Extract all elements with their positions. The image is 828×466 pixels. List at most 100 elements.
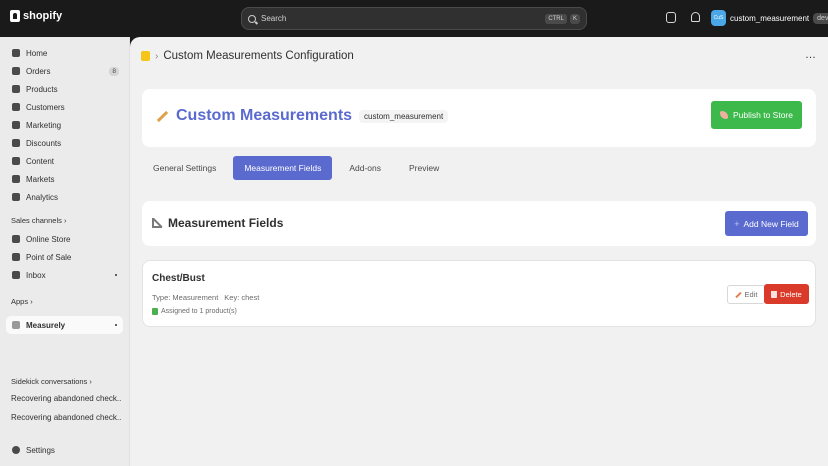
content-icon: [12, 157, 20, 165]
add-field-button[interactable]: + Add New Field: [725, 211, 808, 236]
sidekick-label: Sidekick conversations: [11, 377, 88, 386]
sidebar-item-content[interactable]: Content: [6, 152, 123, 170]
plus-icon: +: [734, 218, 740, 229]
tab-preview[interactable]: Preview: [398, 156, 450, 180]
sidebar-item-online-store[interactable]: Online Store: [6, 230, 123, 248]
edit-label: Edit: [744, 290, 758, 299]
gear-icon: [12, 446, 20, 454]
sidebar-item-label: Point of Sale: [26, 252, 72, 262]
sidebar-item-label: Home: [26, 48, 48, 58]
app-icon: [12, 321, 20, 329]
home-icon: [12, 49, 20, 57]
field-type: Type: Measurement: [152, 293, 219, 302]
shopify-logo[interactable]: shopify: [10, 10, 62, 22]
search-bar[interactable]: Search CTRL K: [241, 7, 587, 30]
sidebar-item-label: Settings: [26, 445, 55, 455]
sidebar-item-discounts[interactable]: Discounts: [6, 134, 123, 152]
sidebar-item-home[interactable]: Home: [6, 44, 123, 62]
sidebar-item-label: Online Store: [26, 234, 71, 244]
tab-bar: General Settings Measurement Fields Add-…: [142, 156, 456, 180]
top-bar: shopify Search CTRL K CuS custom_measure…: [0, 0, 828, 37]
sidebar-item-label: Orders: [26, 66, 51, 76]
sidebar-item-label: Discounts: [26, 138, 62, 148]
page-title: Custom Measurements Configuration: [163, 50, 354, 62]
sidebar: Home Orders 8 Products Customers Marketin…: [0, 37, 130, 466]
pos-icon: [12, 253, 20, 261]
brand-name: shopify: [23, 10, 63, 22]
bell-icon[interactable]: [691, 12, 700, 22]
app-handle-tag: custom_measurement: [359, 109, 449, 123]
inbox-icon: [12, 271, 20, 279]
chart-icon: [12, 193, 20, 201]
field-key: Key: chest: [224, 293, 260, 302]
search-placeholder: Search: [261, 14, 287, 23]
sidekick-conversation[interactable]: Recovering abandoned check...: [11, 394, 121, 403]
sidebar-item-label: Customers: [26, 102, 65, 112]
discount-icon: [12, 139, 20, 147]
sidebar-item-inbox[interactable]: Inbox: [6, 266, 123, 284]
chevron-right-icon: ›: [155, 50, 159, 62]
sidebar-item-label: Content: [26, 156, 55, 166]
delete-button[interactable]: Delete: [764, 284, 809, 304]
sidebar-item-label: Products: [26, 84, 58, 94]
orders-icon: [12, 67, 20, 75]
sidebar-item-markets[interactable]: Markets: [6, 170, 123, 188]
sidekick-heading[interactable]: Sidekick conversations ›: [11, 377, 92, 386]
section-title: Measurement Fields: [152, 216, 283, 230]
field-assignment: Assigned to 1 product(s): [152, 308, 237, 315]
sidebar-item-marketing[interactable]: Marketing: [6, 116, 123, 134]
sidekick-icon[interactable]: [666, 12, 676, 23]
store-name: custom_measurement: [730, 13, 810, 23]
app-title: Custom Measurements: [176, 107, 353, 124]
field-name: Chest/Bust: [152, 273, 205, 284]
tab-measurement-fields[interactable]: Measurement Fields: [233, 156, 333, 180]
store-menu[interactable]: CuS custom_measurement dev: [711, 10, 828, 26]
more-actions-icon[interactable]: …: [805, 49, 816, 61]
sales-channels-heading[interactable]: Sales channels ›: [11, 216, 66, 225]
app-title-row: Custom Measurements custom_measurement: [156, 107, 449, 125]
tab-general-settings[interactable]: General Settings: [142, 156, 227, 180]
apps-label: Apps: [11, 297, 29, 306]
sales-channels-label: Sales channels: [11, 216, 62, 225]
app-icon[interactable]: [141, 51, 150, 61]
sidebar-item-measurely[interactable]: Measurely: [6, 316, 123, 334]
apps-heading[interactable]: Apps ›: [11, 297, 33, 306]
target-icon: [12, 121, 20, 129]
field-assigned-text: Assigned to 1 product(s): [161, 308, 237, 315]
shopify-bag-icon: [10, 10, 20, 22]
sidebar-item-products[interactable]: Products: [6, 80, 123, 98]
rocket-icon: [719, 111, 728, 119]
section-title-text: Measurement Fields: [168, 216, 284, 230]
trash-icon: [771, 290, 778, 298]
add-field-label: Add New Field: [743, 218, 799, 229]
pencil-icon: [156, 110, 169, 122]
ruler-icon: [152, 218, 162, 228]
breadcrumb: › Custom Measurements Configuration: [141, 50, 354, 62]
sidebar-item-label: Analytics: [26, 192, 59, 202]
sidebar-item-orders[interactable]: Orders 8: [6, 62, 123, 80]
main-content: › Custom Measurements Configuration … Cu…: [130, 37, 828, 466]
tab-add-ons[interactable]: Add-ons: [338, 156, 392, 180]
sidebar-item-customers[interactable]: Customers: [6, 98, 123, 116]
sidebar-item-analytics[interactable]: Analytics: [6, 188, 123, 206]
app-header-card: Custom Measurements custom_measurement P…: [142, 89, 816, 147]
sidebar-item-label: Markets: [26, 174, 55, 184]
shortcut-key-k: K: [569, 13, 580, 24]
sidebar-item-point-of-sale[interactable]: Point of Sale: [6, 248, 123, 266]
sidekick-conversation[interactable]: Recovering abandoned check...: [11, 413, 121, 422]
book-icon: [152, 308, 158, 315]
globe-icon: [12, 175, 20, 183]
delete-label: Delete: [780, 289, 802, 299]
store-icon: [12, 235, 20, 243]
fields-header-card: Measurement Fields + Add New Field: [142, 201, 816, 246]
sidebar-item-label: Inbox: [26, 270, 46, 280]
sidebar-item-settings[interactable]: Settings: [6, 441, 123, 459]
publish-button[interactable]: Publish to Store: [711, 101, 802, 129]
pencil-icon: [734, 291, 742, 298]
search-icon: [248, 14, 256, 23]
field-card: Chest/Bust Type: Measurement Key: chest …: [142, 260, 816, 327]
store-avatar: CuS: [711, 10, 726, 26]
shortcut-key-ctrl: CTRL: [545, 13, 567, 24]
publish-label: Publish to Store: [732, 110, 793, 120]
edit-button[interactable]: Edit: [727, 285, 765, 304]
